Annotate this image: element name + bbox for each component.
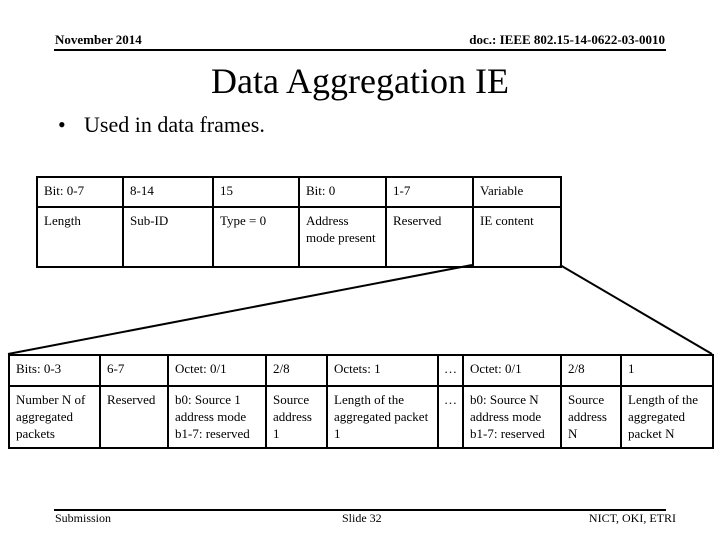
expansion-line-right: [559, 264, 713, 355]
field-cell: Length of the aggregated packet N: [620, 385, 714, 449]
field-cell: Source address 1: [265, 385, 328, 449]
field-row: Number N of aggregated packets Reserved …: [8, 385, 714, 449]
bits-cell: Octets: 1: [326, 354, 439, 387]
bits-cell: 2/8: [560, 354, 622, 387]
expansion-lines: [7, 264, 713, 355]
expansion-line-left: [7, 264, 473, 355]
bits-cell: 6-7: [99, 354, 169, 387]
ellipsis-cell: …: [437, 354, 464, 387]
ellipsis-cell: …: [437, 385, 464, 449]
footer-submission: Submission: [55, 511, 112, 525]
footer-authors: NICT, OKI, ETRI: [588, 511, 676, 525]
ie-content-table: Bits: 0-3 6-7 Octet: 0/1 2/8 Octets: 1 ……: [8, 354, 714, 449]
bits-cell: 1: [620, 354, 714, 387]
field-cell: Length of the aggregated packet 1: [326, 385, 439, 449]
bits-row: Bits: 0-3 6-7 Octet: 0/1 2/8 Octets: 1 ……: [8, 354, 714, 387]
field-cell: Source address N: [560, 385, 622, 449]
bits-cell: Bits: 0-3: [8, 354, 101, 387]
bits-cell: Octet: 0/1: [167, 354, 267, 387]
bits-cell: 2/8: [265, 354, 328, 387]
field-cell: b0: Source N address mode b1-7: reserved: [462, 385, 562, 449]
field-cell: b0: Source 1 address mode b1-7: reserved: [167, 385, 267, 449]
footer-slide-number: Slide 32: [342, 511, 382, 525]
field-cell: Reserved: [99, 385, 169, 449]
field-cell: Number N of aggregated packets: [8, 385, 101, 449]
bits-cell: Octet: 0/1: [462, 354, 562, 387]
